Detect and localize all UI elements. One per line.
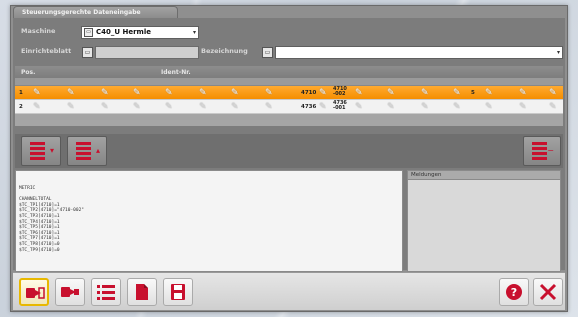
bezeichnung-icon[interactable]: ▭ [262, 47, 273, 58]
maschine-select[interactable]: ▭ C40_U Hermle ▾ [81, 26, 199, 39]
machine-icon: ▭ [84, 28, 93, 37]
export-button[interactable] [19, 278, 49, 306]
pencil-icon[interactable]: ✎ [355, 102, 365, 112]
row-pos: 2 [19, 104, 23, 110]
maschine-value: C40_U Hermle [96, 28, 151, 36]
close-icon [539, 283, 557, 301]
pencil-icon[interactable]: ✎ [265, 88, 275, 98]
list-icon [97, 285, 115, 300]
delete-row-button[interactable]: − [523, 136, 561, 166]
insert-row-down-button[interactable]: ▾ [21, 136, 61, 166]
row-ident: 4710 -002 [333, 87, 347, 97]
list-icon [532, 142, 547, 162]
ident-part-b: -002 [333, 91, 346, 97]
row-code: 4736 [301, 104, 317, 110]
main-window: Steuerungsgerechte Dateneingabe Maschine… [10, 5, 568, 312]
row-ident: 4736 -001 [333, 101, 347, 111]
minus-icon: − [547, 146, 554, 155]
output-area: METRIC CHANNELTOTAL $TC_TP1[4710]=1 $TC_… [15, 170, 563, 272]
pencil-icon[interactable]: ✎ [519, 102, 529, 112]
maschine-row: Maschine ▭ C40_U Hermle ▾ [15, 24, 563, 42]
insert-row-up-button[interactable]: ▴ [67, 136, 107, 166]
row-code: 4710 [301, 90, 317, 96]
pencil-icon[interactable]: ✎ [485, 88, 495, 98]
svg-text:?: ? [511, 286, 517, 299]
chevron-down-icon: ▾ [556, 49, 560, 56]
row-right: 5 [471, 90, 475, 96]
code-line: $TC_TP9[4710]=0 [19, 247, 60, 253]
einrichteblatt-label: Einrichteblatt [21, 47, 72, 55]
close-button[interactable] [533, 278, 563, 306]
file-icon [136, 284, 148, 300]
help-button[interactable]: ? [499, 278, 529, 306]
pencil-icon[interactable]: ✎ [33, 88, 43, 98]
pencil-icon[interactable]: ✎ [485, 102, 495, 112]
pencil-icon[interactable]: ✎ [199, 88, 209, 98]
pencil-icon[interactable]: ✎ [421, 102, 431, 112]
col-pos-header: Pos. [21, 69, 36, 76]
pencil-icon[interactable]: ✎ [101, 102, 111, 112]
help-icon: ? [506, 284, 522, 300]
pencil-icon[interactable]: ✎ [231, 88, 241, 98]
pencil-icon[interactable]: ✎ [549, 88, 559, 98]
einrichteblatt-input[interactable] [95, 46, 199, 59]
pencil-icon[interactable]: ✎ [265, 102, 275, 112]
pencil-icon[interactable]: ✎ [355, 88, 365, 98]
pencil-icon[interactable]: ✎ [319, 102, 329, 112]
pencil-icon[interactable]: ✎ [133, 102, 143, 112]
bezeichnung-label: Bezeichnung [201, 47, 248, 55]
messages-title: Meldungen [408, 171, 560, 180]
pencil-icon[interactable]: ✎ [133, 88, 143, 98]
pencil-icon[interactable]: ✎ [67, 88, 77, 98]
table-row[interactable]: 2 ✎ ✎ ✎ ✎ ✎ ✎ ✎ ✎ 4736 ✎ 4736 -001 ✎ ✎ ✎… [15, 100, 563, 114]
pencil-icon[interactable]: ✎ [101, 88, 111, 98]
pencil-icon[interactable]: ✎ [165, 102, 175, 112]
list-icon [30, 142, 45, 162]
chevron-down-icon: ▾ [192, 29, 196, 36]
code-output[interactable]: METRIC CHANNELTOTAL $TC_TP1[4710]=1 $TC_… [15, 170, 403, 272]
export-icon [26, 287, 45, 299]
table-subheader [15, 78, 563, 86]
row-pos: 1 [19, 90, 23, 96]
pencil-icon[interactable]: ✎ [421, 88, 431, 98]
new-file-button[interactable] [127, 278, 157, 306]
transfer-icon [61, 287, 79, 297]
einrichteblatt-row: Einrichteblatt ▭ Bezeichnung ▭ ▾ [15, 44, 563, 62]
pencil-icon[interactable]: ✎ [33, 102, 43, 112]
pencil-icon[interactable]: ✎ [387, 102, 397, 112]
einrichteblatt-icon[interactable]: ▭ [82, 47, 93, 58]
transfer-button[interactable] [55, 278, 85, 306]
pencil-icon[interactable]: ✎ [519, 88, 529, 98]
pencil-icon[interactable]: ✎ [453, 88, 463, 98]
save-button[interactable] [163, 278, 193, 306]
pencil-icon[interactable]: ✎ [231, 102, 241, 112]
table-header: Pos. Ident-Nr. [15, 66, 563, 78]
maschine-label: Maschine [21, 27, 56, 35]
pencil-icon[interactable]: ✎ [67, 102, 77, 112]
row-tool-strip: ▾ ▴ − [15, 134, 563, 168]
col-ident-header: Ident-Nr. [161, 69, 191, 76]
messages-panel: Meldungen [407, 170, 561, 272]
list-icon [76, 142, 91, 162]
table-row[interactable]: 1 ✎ ✎ ✎ ✎ ✎ ✎ ✎ ✎ 4710 ✎ 4710 -002 ✎ ✎ ✎… [15, 86, 563, 100]
pencil-icon[interactable]: ✎ [387, 88, 397, 98]
pencil-icon[interactable]: ✎ [319, 88, 329, 98]
arrow-down-icon: ▾ [49, 146, 54, 155]
list-view-button[interactable] [91, 278, 121, 306]
save-icon [171, 284, 185, 300]
arrow-up-icon: ▴ [95, 146, 100, 155]
pencil-icon[interactable]: ✎ [165, 88, 175, 98]
tool-table: Pos. Ident-Nr. 1 ✎ ✎ ✎ ✎ ✎ ✎ ✎ ✎ 4710 ✎ … [15, 66, 563, 126]
ident-part-b: -001 [333, 105, 346, 111]
footer-toolbar: ? [13, 272, 565, 310]
pencil-icon[interactable]: ✎ [453, 102, 463, 112]
pencil-icon[interactable]: ✎ [199, 102, 209, 112]
bezeichnung-select[interactable]: ▾ [275, 46, 563, 59]
pencil-icon[interactable]: ✎ [549, 102, 559, 112]
